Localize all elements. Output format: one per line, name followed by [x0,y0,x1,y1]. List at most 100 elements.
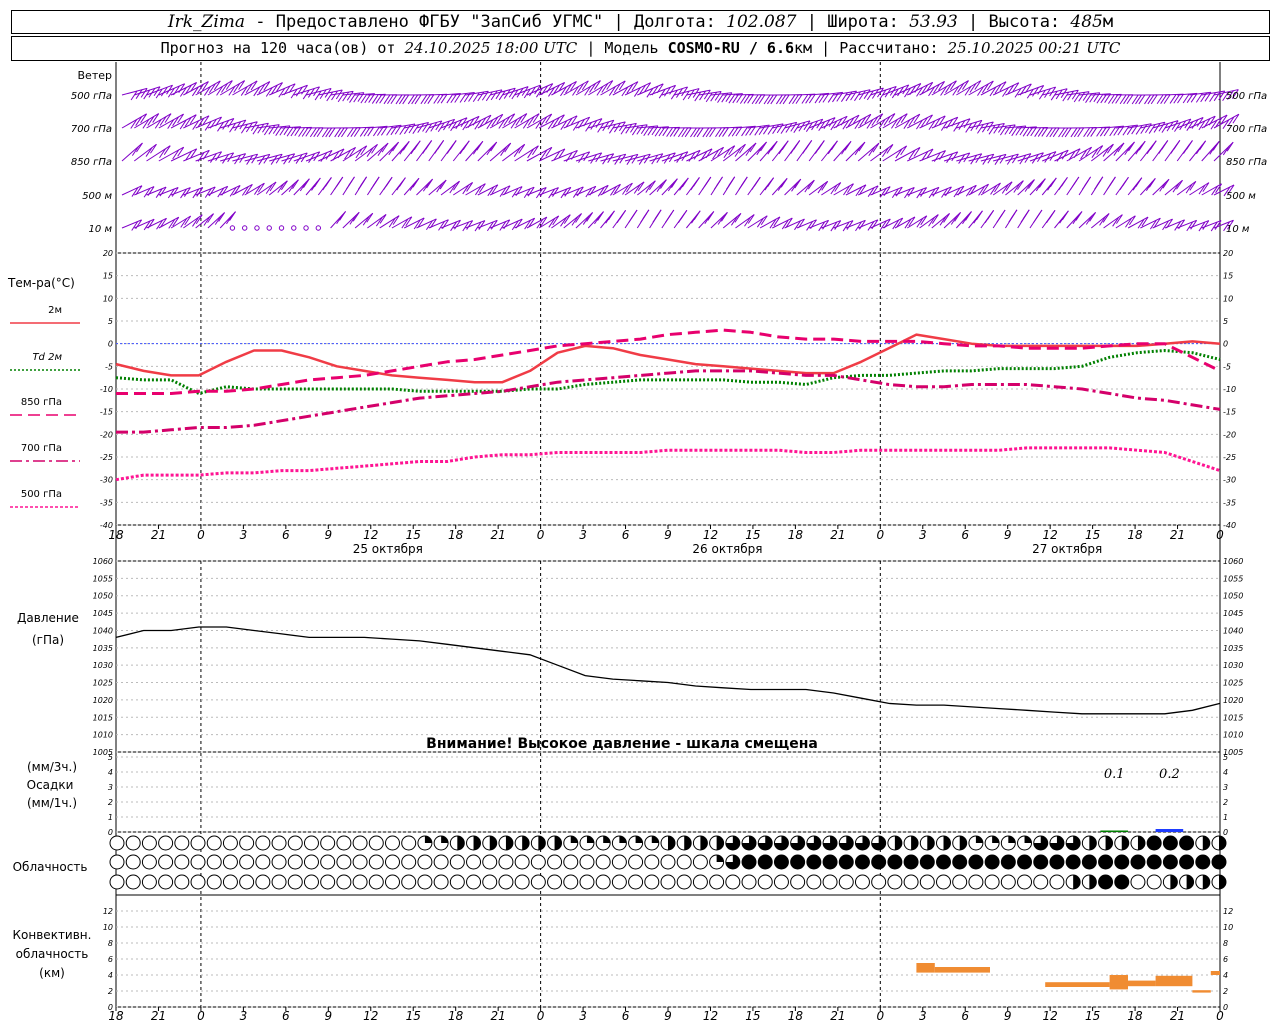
cloud-circle [190,854,206,870]
pressure-tick-label: 1010 [1223,731,1243,740]
cloud-circle [660,854,676,870]
wind-barb-flag [1073,127,1081,138]
wind-barb-flag [1135,144,1143,155]
wind-barb-flag [1090,127,1098,137]
time-tick-label: 21 [491,528,506,542]
wind-barb-flag [1156,94,1164,105]
wind-barb-flag [1058,180,1066,191]
day-label: 27 октября [1032,542,1102,556]
cloud-circle [255,874,271,890]
precip-tick-label: 0 [1223,828,1228,837]
conv-tick-label: 12 [1223,907,1233,916]
temp-tick-label: 0 [1223,340,1228,349]
wind-barb-flag [459,144,467,155]
wind-barb-flag [322,180,330,191]
wind-barb-flag [410,144,418,155]
temp-tick-label: 5 [108,317,113,326]
wind-barb-flag [396,180,404,191]
precip-value-label: 0.2 [1159,767,1180,782]
wind-barb-flag [1163,94,1171,104]
cloud-circle-fill [1089,875,1097,889]
cloud-circle [854,854,870,870]
cloud-circle [336,854,352,870]
cloud-circle [1179,835,1195,851]
wind-barb-flag [763,94,771,105]
temp-legend-label: 700 гПа [21,443,62,454]
cloud-circle [1017,874,1033,890]
cloud-title: Облачность [13,860,88,874]
cloud-circle [611,854,627,870]
time-tick-label: 3 [240,528,248,542]
cloud-circle [190,835,206,851]
pressure-tick-label: 1015 [1223,713,1243,722]
wind-barb-flag [722,127,729,137]
wind-barb-flag [390,94,398,105]
cloud-circle-fill [570,836,578,843]
wind-barb-flag [690,180,698,191]
wind-barb-flag [962,214,969,225]
wind-barb-flag [409,181,417,191]
temp-tick-label: 20 [103,249,113,258]
cloud-circle [320,874,336,890]
wind-level-label: 500 м [82,191,112,202]
wind-barb-flag [702,127,710,138]
cloud-circle [255,835,271,851]
cloud-circle-fill [1089,836,1097,850]
time-tick-label: 18 [448,528,464,542]
wind-barb-flag [764,180,772,191]
time-tick-label: 9 [1004,1009,1012,1023]
wind-barb-flag [795,94,803,104]
temp-tick-label: 5 [1223,317,1228,326]
wind-barb [968,183,989,196]
wind-barb-flag [313,127,321,138]
cloud-circle-fill [684,836,692,850]
time-tick-label: 18 [1127,528,1143,542]
wind-barb [514,113,540,129]
wind-barb-flag [359,127,367,137]
time-tick-label: 0 [197,528,205,542]
cloud-circle [952,874,968,890]
cloud-circle [1162,854,1178,870]
temp-tick-label: -30 [1223,476,1236,485]
calm-wind-marker [266,225,272,231]
wind-barb-flag [334,127,342,138]
wind-barb-flag [1119,180,1127,191]
cloud-circle [174,835,190,851]
cloud-circle [806,854,822,870]
day-label: 26 октября [692,542,762,556]
precip-unit-1h: (мм/1ч.) [27,796,77,810]
cloud-circle [984,874,1000,890]
wind-barb-flag [597,211,604,221]
cloud-circle [547,854,563,870]
wind-barb-flag [1070,180,1077,190]
calm-wind-marker [241,225,248,231]
cloud-circle [838,874,854,890]
wind-barb-flag [1035,181,1043,192]
cloud-circle [822,874,838,890]
wind-barb-flag [743,94,751,104]
wind-barb-flag [427,94,435,104]
time-tick-label: 0 [1216,528,1224,542]
time-tick-label: 21 [830,528,845,542]
time-tick-label: 21 [1170,1009,1185,1023]
wind-barb-flag [1070,127,1078,138]
wind-barb-flag [333,180,341,190]
pressure-tick-label: 1050 [1223,592,1243,601]
wind-barb-flag [1169,94,1177,104]
time-tick-label: 15 [1085,1009,1100,1023]
temp-tick-label: -25 [1223,453,1236,462]
cloud-circle [206,835,222,851]
wind-barb-flag [309,127,317,138]
wind-barb [195,151,222,162]
wind-barb [538,215,559,229]
precip-tick-label: 4 [108,768,113,777]
wind-barb-flag [1145,181,1153,191]
time-tick-label: 15 [406,528,421,542]
wind-barb [232,80,258,96]
cloud-circle [336,835,352,851]
cloud-circle [563,854,579,870]
cloud-circle [239,835,255,851]
cloud-circle [401,874,417,890]
cloud-circle [952,854,968,870]
wind-barb-flag [1209,145,1217,155]
